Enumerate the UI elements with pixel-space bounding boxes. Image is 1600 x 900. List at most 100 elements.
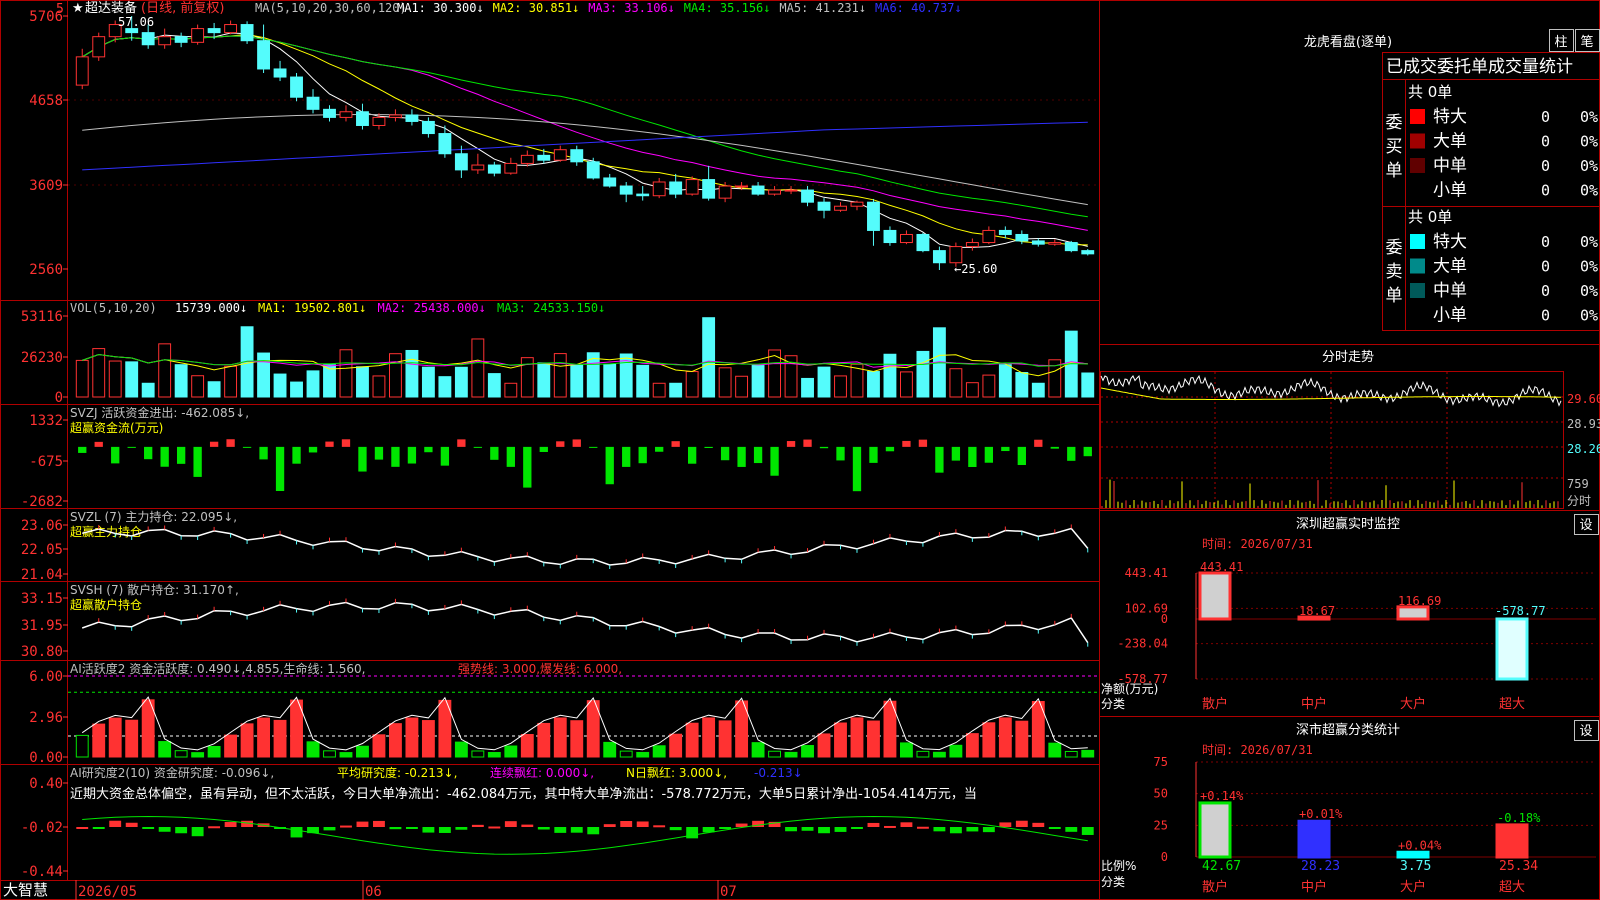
shc-value-0: 42.67 (1202, 859, 1241, 874)
candle-body-16 (339, 111, 353, 118)
activity-bar-18 (372, 734, 386, 758)
candle-body-13 (290, 76, 303, 98)
activity-bar-46 (834, 722, 847, 758)
sell-count-3: 0 (1541, 307, 1550, 325)
candle-body-6 (174, 36, 188, 43)
flow-bar-26 (506, 446, 515, 467)
vol-legend-item-1: MA1: 19502.801↓ (258, 301, 366, 315)
shc-title: 深市超赢分类统计 (1296, 722, 1400, 738)
flow-bar-47 (852, 446, 862, 492)
candle-body-21 (421, 120, 435, 135)
activity-bar-17 (356, 745, 369, 758)
ai1-tick-1: 2.96 (29, 710, 63, 726)
activity-bar-6 (174, 750, 188, 758)
activity-bar-9 (224, 734, 238, 758)
research-bar-50 (900, 822, 913, 827)
activity-bar-25 (487, 752, 501, 758)
flow-bar-54 (968, 446, 977, 467)
ma-line-1 (81, 32, 1088, 248)
ma-legend-item-3: MA3: 33.106↓ (588, 1, 675, 15)
research-bar-32 (603, 824, 616, 827)
volume-bar-50 (900, 371, 913, 398)
intraday-lines (1100, 372, 1563, 508)
sell-name-2: 中单 (1433, 281, 1467, 301)
flow-bar-14 (308, 446, 318, 453)
fenshi-title: 分时走势 (1322, 349, 1374, 365)
flow-bar-19 (391, 446, 400, 467)
activity-bar-27 (520, 734, 534, 758)
research-bar-43 (785, 827, 797, 832)
sz-tick-0: 443.41 (1125, 566, 1168, 580)
ai2-header: AI研究度2(10) 资金研究度: -0.096↓, (70, 765, 274, 780)
research-bar-9 (224, 822, 237, 827)
volume-bars (75, 317, 1095, 398)
activity-bar-0 (75, 734, 89, 758)
activity-bar-39 (718, 720, 732, 758)
volume-bar-41 (751, 365, 765, 398)
volume-bar-11 (257, 352, 270, 398)
research-bar-21 (422, 827, 435, 833)
candle-body-58 (1031, 240, 1045, 245)
candle-body-31 (586, 161, 600, 179)
lhb-title: 龙虎看盘(逐单) (1304, 34, 1392, 50)
ai2-tick-1: -0.02 (21, 820, 63, 836)
shc-bar-1 (1297, 819, 1331, 859)
ma-line-6 (82, 121, 1088, 171)
flow-bar-36 (671, 441, 680, 447)
sell-name-1: 大单 (1433, 257, 1467, 277)
ai1-header: AI活跃度2 资金活跃度: 0.490↓,4.855,生命线: 1.560, (70, 661, 365, 676)
shc-tick-2: 25 (1154, 818, 1168, 832)
sell-name-0: 特大 (1433, 232, 1467, 252)
sz-value-2: 116.69 (1398, 594, 1441, 608)
research-bar-22 (438, 827, 451, 833)
volume-bar-4 (141, 382, 155, 398)
research-bar-6 (175, 827, 188, 834)
svsh-tick-0: 33.15 (21, 591, 63, 607)
ai2-tick-0: 0.40 (29, 776, 63, 792)
volume-bar-36 (669, 382, 683, 398)
volume-bar-48 (867, 371, 880, 398)
research-bar-52 (933, 827, 946, 832)
activity-bar-61 (1081, 749, 1095, 758)
research-bar-49 (884, 825, 896, 828)
research-bar-17 (356, 821, 369, 827)
vol-tick-1: 26230 (21, 350, 63, 366)
flow-bar-24 (473, 446, 483, 448)
volume-bar-54 (965, 382, 979, 398)
svzj-header: SVZJ 活跃资金进出: -462.085↓, (70, 405, 249, 420)
activity-bar-48 (867, 720, 880, 758)
ai2-header-e: -0.213↓ (754, 766, 803, 780)
activity-bar-51 (916, 750, 930, 758)
volume-bar-21 (421, 366, 435, 398)
candle-body-51 (916, 233, 930, 252)
retail-holding-line (81, 598, 1089, 647)
research-bar-30 (570, 827, 583, 833)
shc-bar-0 (1198, 801, 1232, 859)
ma-legend: MA1: 30.300↓ MA2: 30.851↓ MA3: 33.106↓ MA4:… (397, 1, 962, 15)
flow-bar-21 (424, 446, 433, 453)
shc-bars: 75 50 25 0 +0.14% 42.67 散户 +0.01% 28.23 中户 +0.04% 3… (1154, 755, 1596, 895)
activity-bar-16 (339, 752, 353, 758)
research-bars (76, 815, 1094, 855)
flow-bar-49 (885, 446, 895, 452)
candle-body-27 (520, 154, 534, 164)
flow-bar-8 (209, 441, 219, 447)
candle-body-48 (867, 201, 880, 231)
candle-body-38 (702, 179, 716, 199)
sell-pct-1: 0% (1580, 258, 1598, 276)
research-bar-27 (521, 824, 534, 827)
research-bar-28 (537, 827, 550, 830)
candle-body-12 (273, 68, 287, 78)
sell-pct-0: 0% (1580, 233, 1598, 251)
volume-bar-19 (389, 353, 402, 398)
ma-legend-item-5: MA5: 41.231↓ (779, 1, 866, 15)
buy-pct-2: 0% (1580, 157, 1598, 175)
candle-body-46 (834, 205, 847, 211)
flow-bar-43 (786, 441, 796, 447)
flow-bar-25 (490, 446, 499, 460)
svzl-tick-1: 22.05 (21, 542, 63, 558)
flow-bar-2 (111, 446, 120, 464)
candle-body-39 (718, 185, 732, 199)
volume-bar-3 (125, 361, 139, 398)
research-bar-61 (1081, 827, 1094, 835)
